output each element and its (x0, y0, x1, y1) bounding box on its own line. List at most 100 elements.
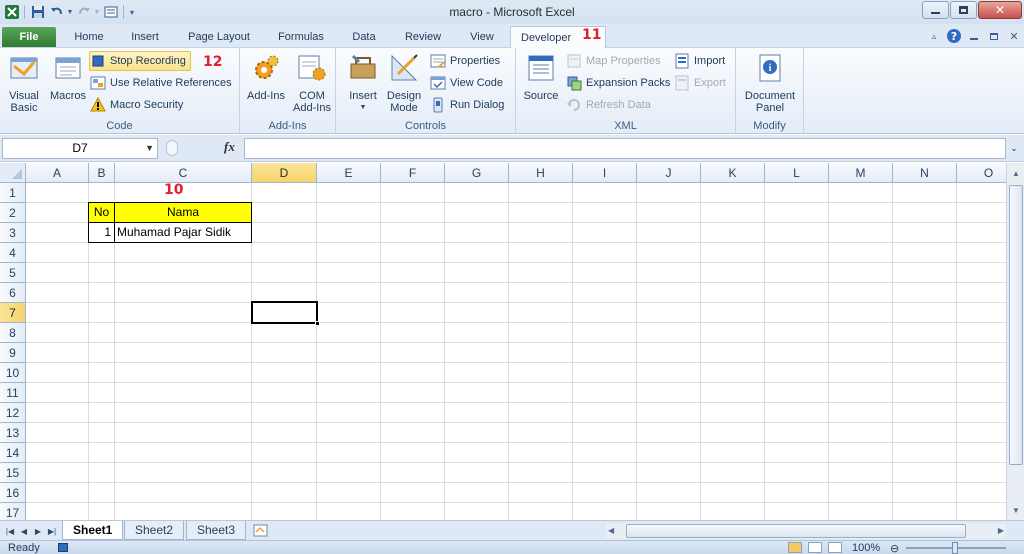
normal-view-icon[interactable] (788, 542, 802, 553)
macros-button[interactable]: Macros (48, 52, 88, 102)
help-icon[interactable]: ? (944, 27, 964, 45)
zoom-slider-thumb[interactable] (952, 542, 958, 554)
zoom-out-icon[interactable]: ⊖ (890, 542, 899, 554)
doc-close-icon[interactable]: ✕ (1004, 27, 1024, 45)
fill-handle[interactable] (315, 321, 320, 326)
cell-c3[interactable]: Muhamad Pajar Sidik (114, 222, 252, 243)
column-header-d[interactable]: D (252, 163, 317, 183)
scroll-down-icon[interactable]: ▼ (1008, 502, 1024, 518)
row-header-10[interactable]: 10 (0, 363, 26, 383)
restore-button[interactable] (950, 1, 977, 19)
refresh-data-button[interactable]: Refresh Data (566, 95, 651, 115)
row-header-1[interactable]: 1 (0, 183, 26, 203)
sheet-tab-sheet2[interactable]: Sheet2 (124, 521, 185, 540)
doc-restore-icon[interactable] (984, 27, 1004, 45)
column-header-a[interactable]: A (26, 163, 89, 183)
column-header-g[interactable]: G (445, 163, 509, 183)
zoom-level[interactable]: 100% (852, 541, 880, 554)
scroll-right-icon[interactable]: ▶ (998, 526, 1004, 535)
com-addins-button[interactable]: COM Add-Ins (290, 52, 334, 114)
save-icon[interactable] (28, 2, 47, 22)
name-box-dropdown-icon[interactable]: ▼ (145, 139, 154, 158)
column-header-n[interactable]: N (893, 163, 957, 183)
row-header-2[interactable]: 2 (0, 203, 26, 223)
view-code-button[interactable]: View Code (430, 73, 503, 93)
row-header-16[interactable]: 16 (0, 483, 26, 503)
tab-page-layout[interactable]: Page Layout (180, 26, 258, 48)
minimize-button[interactable] (922, 1, 949, 19)
scroll-up-icon[interactable]: ▲ (1008, 165, 1024, 181)
column-header-c[interactable]: C (115, 163, 252, 183)
undo-icon[interactable] (47, 2, 66, 22)
horizontal-scrollbar[interactable]: ◀ ▶ (606, 523, 1006, 539)
horizontal-scroll-thumb[interactable] (626, 524, 966, 538)
row-header-12[interactable]: 12 (0, 403, 26, 423)
column-header-o[interactable]: O (957, 163, 1006, 183)
ribbon-minimize-icon[interactable]: ▵ (924, 27, 944, 45)
column-header-k[interactable]: K (701, 163, 765, 183)
redo-dropdown-icon[interactable]: ▼ (93, 2, 101, 22)
tab-review[interactable]: Review (396, 26, 450, 48)
addins-button[interactable]: Add-Ins (244, 52, 288, 102)
cell-b3[interactable]: 1 (88, 222, 115, 243)
properties-button[interactable]: Properties (430, 51, 500, 71)
row-header-15[interactable]: 15 (0, 463, 26, 483)
worksheet-grid[interactable]: A B C D E F G H I J K L M N O 1 2 3 4 5 … (0, 163, 1006, 520)
row-header-9[interactable]: 9 (0, 343, 26, 363)
active-cell-d7[interactable] (251, 301, 320, 326)
insert-function-button[interactable]: fx (224, 139, 235, 155)
tab-view[interactable]: View (460, 26, 504, 48)
vertical-scroll-thumb[interactable] (1009, 185, 1023, 465)
row-header-3[interactable]: 3 (0, 223, 26, 243)
column-header-e[interactable]: E (317, 163, 381, 183)
formula-input[interactable] (244, 138, 1006, 159)
cell-c2[interactable]: Nama (114, 202, 252, 223)
use-relative-references-button[interactable]: Use Relative References (90, 73, 232, 93)
row-header-7[interactable]: 7 (0, 303, 26, 323)
select-all-button[interactable] (0, 163, 26, 183)
tab-data[interactable]: Data (344, 26, 384, 48)
page-layout-view-icon[interactable] (808, 542, 822, 553)
form-icon[interactable] (101, 2, 120, 22)
column-header-b[interactable]: B (89, 163, 115, 183)
insert-sheet-icon[interactable] (250, 522, 272, 539)
source-button[interactable]: Source (520, 52, 562, 102)
sheet-tab-sheet1[interactable]: Sheet1 (62, 521, 124, 540)
sheet-tab-sheet3[interactable]: Sheet3 (186, 521, 247, 540)
map-properties-button[interactable]: Map Properties (566, 51, 661, 71)
row-header-4[interactable]: 4 (0, 243, 26, 263)
export-button[interactable]: Export (674, 73, 726, 93)
undo-dropdown-icon[interactable]: ▼ (66, 2, 74, 22)
prev-sheet-icon[interactable]: ◀ (18, 523, 30, 539)
row-header-8[interactable]: 8 (0, 323, 26, 343)
macro-recording-icon[interactable] (58, 543, 68, 552)
customize-icon[interactable]: ▾ (127, 2, 137, 22)
row-header-6[interactable]: 6 (0, 283, 26, 303)
row-header-5[interactable]: 5 (0, 263, 26, 283)
page-break-view-icon[interactable] (828, 542, 842, 553)
next-sheet-icon[interactable]: ▶ (32, 523, 44, 539)
tab-home[interactable]: Home (68, 26, 110, 48)
doc-minimize-icon[interactable] (964, 27, 984, 45)
column-header-h[interactable]: H (509, 163, 573, 183)
stop-recording-button[interactable]: Stop Recording (89, 51, 191, 71)
run-dialog-button[interactable]: Run Dialog (430, 95, 504, 115)
design-mode-button[interactable]: Design Mode (384, 52, 424, 114)
document-panel-button[interactable]: i Document Panel (740, 52, 800, 114)
insert-control-button[interactable]: Insert ▼ (344, 52, 382, 114)
formula-splitter-icon[interactable] (166, 140, 178, 156)
excel-logo-icon[interactable] (2, 2, 21, 22)
redo-icon[interactable] (74, 2, 93, 22)
scroll-left-icon[interactable]: ◀ (608, 526, 614, 535)
close-button[interactable]: ✕ (978, 1, 1022, 19)
first-sheet-icon[interactable]: |◀ (4, 523, 16, 539)
expand-formula-bar-icon[interactable]: ⌄ (1006, 138, 1022, 159)
import-button[interactable]: Import (674, 51, 725, 71)
column-header-m[interactable]: M (829, 163, 893, 183)
tab-insert[interactable]: Insert (124, 26, 166, 48)
row-header-14[interactable]: 14 (0, 443, 26, 463)
column-header-j[interactable]: J (637, 163, 701, 183)
visual-basic-button[interactable]: Visual Basic (4, 52, 44, 114)
row-header-11[interactable]: 11 (0, 383, 26, 403)
column-header-f[interactable]: F (381, 163, 445, 183)
